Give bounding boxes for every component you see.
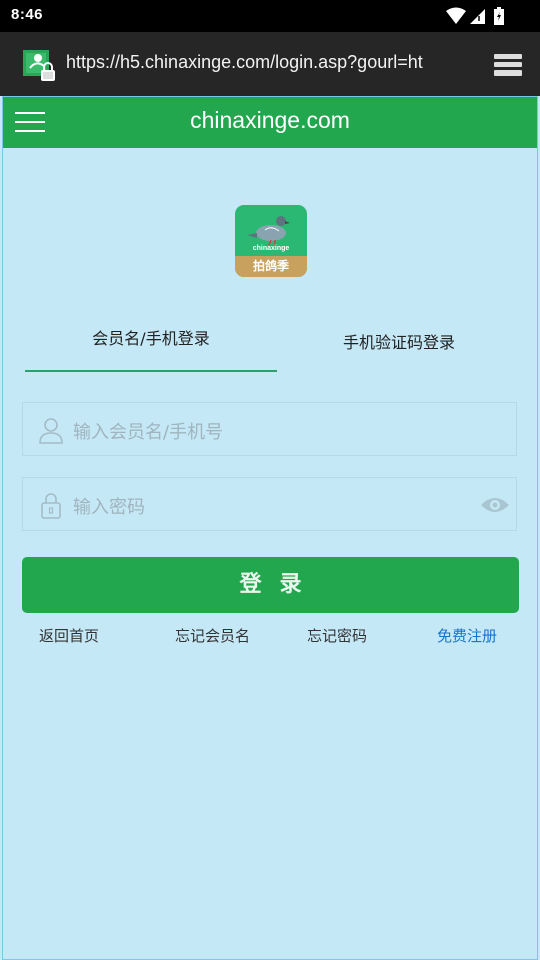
site-lock-icon[interactable] — [22, 48, 56, 82]
forgot-username-link[interactable]: 忘记会员名 — [175, 625, 250, 646]
login-button[interactable]: 登录 — [22, 557, 519, 613]
tabs-stack-icon[interactable] — [492, 52, 524, 78]
page-content: chinaxinge.com chinaxinge 拍鸽季 会员名/手机登录 手… — [2, 96, 538, 960]
lock-icon — [41, 493, 61, 519]
battery-icon — [494, 7, 504, 25]
logo-banner: 拍鸽季 — [235, 256, 307, 277]
tab-sms-login[interactable]: 手机验证码登录 — [279, 329, 519, 353]
tab-active-indicator — [25, 370, 277, 372]
browser-address-bar: https://h5.chinaxinge.com/login.asp?gour… — [0, 32, 540, 96]
register-link[interactable]: 免费注册 — [437, 625, 497, 646]
status-time: 8:46 — [11, 6, 44, 23]
password-field[interactable]: 输入密码 — [22, 477, 517, 531]
forgot-password-link[interactable]: 忘记密码 — [307, 625, 367, 646]
app-logo: chinaxinge 拍鸽季 — [235, 205, 307, 277]
username-field[interactable]: 输入会员名/手机号 — [22, 402, 517, 456]
status-bar: 8:46 — [0, 0, 540, 32]
back-home-link[interactable]: 返回首页 — [39, 625, 99, 646]
tab-member-login[interactable]: 会员名/手机登录 — [25, 325, 277, 349]
user-icon — [39, 418, 63, 444]
logo-brand-text: chinaxinge — [252, 245, 290, 252]
signal-icon — [470, 9, 485, 24]
show-password-eye-icon[interactable] — [480, 494, 510, 516]
site-title: chinaxinge.com — [190, 107, 350, 133]
wifi-icon — [446, 7, 466, 24]
username-placeholder: 输入会员名/手机号 — [73, 422, 224, 443]
app-bar: chinaxinge.com — [3, 97, 537, 148]
url-text[interactable]: https://h5.chinaxinge.com/login.asp?gour… — [66, 52, 476, 78]
password-placeholder: 输入密码 — [73, 497, 145, 518]
